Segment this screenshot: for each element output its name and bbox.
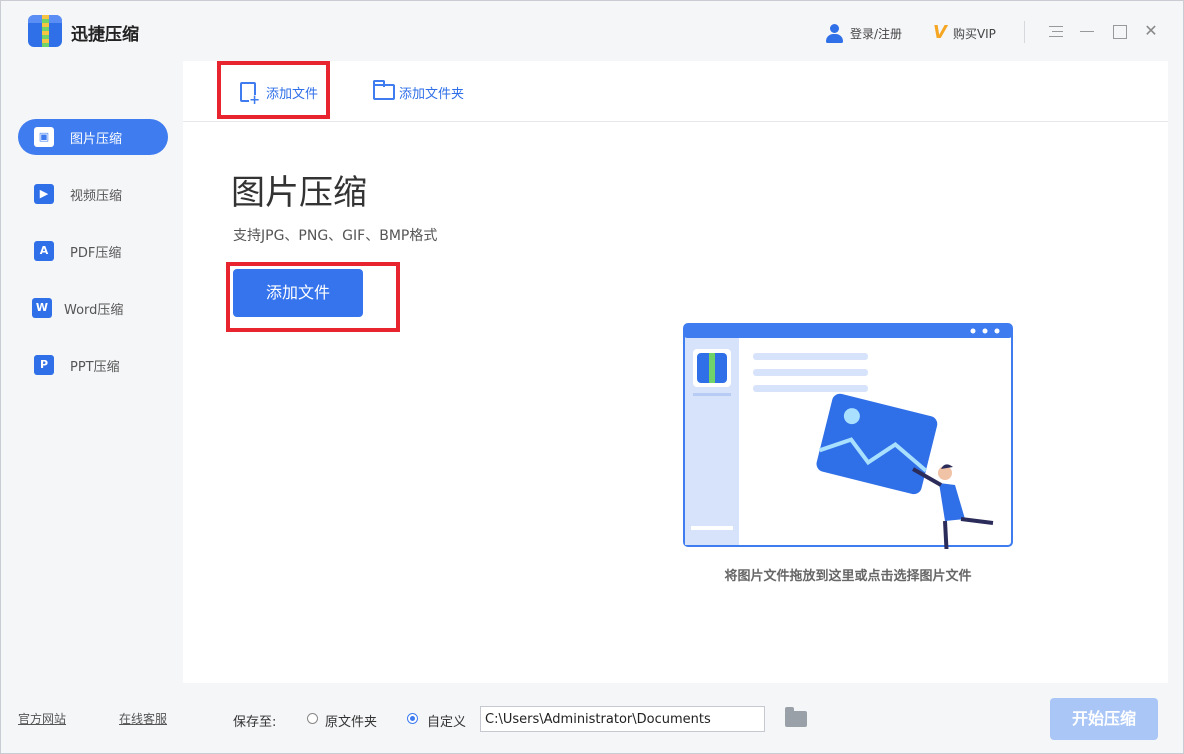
- drop-zone-illustration[interactable]: [683, 323, 1013, 549]
- sidebar-item-label: 图片压缩: [70, 131, 123, 147]
- title-divider: [1024, 21, 1025, 43]
- official-site-link[interactable]: 官方网站: [18, 710, 66, 727]
- minimize-icon[interactable]: [1077, 21, 1097, 41]
- drop-hint-text: 将图片文件拖放到这里或点击选择图片文件: [724, 569, 972, 584]
- word-icon: W: [32, 298, 52, 318]
- sidebar-item-word[interactable]: W Word压缩: [18, 290, 168, 326]
- sidebar-item-ppt[interactable]: P PPT压缩: [18, 347, 168, 383]
- highlight-box-toolbar: [217, 61, 330, 119]
- maximize-icon[interactable]: [1109, 21, 1129, 41]
- bottom-bar: 保存至: 原文件夹 自定义 开始压缩: [183, 683, 1183, 753]
- add-folder-toolbar-button[interactable]: 添加文件夹: [373, 80, 465, 103]
- save-to-label: 保存至:: [233, 715, 277, 730]
- app-title: 迅捷压缩: [71, 25, 139, 45]
- title-bar: 迅捷压缩 登录/注册 V 购买VIP ✕: [1, 1, 1183, 61]
- login-label: 登录/注册: [850, 26, 903, 41]
- add-folder-toolbar-label: 添加文件夹: [399, 86, 465, 102]
- sidebar: ▣ 图片压缩 ▶ 视频压缩 A PDF压缩 W Word压缩 P PPT压缩 官…: [1, 61, 183, 753]
- start-compress-button[interactable]: 开始压缩: [1050, 698, 1158, 740]
- vip-label: 购买VIP: [952, 26, 996, 41]
- browse-folder-icon[interactable]: [785, 707, 807, 727]
- sidebar-item-image[interactable]: ▣ 图片压缩: [18, 119, 168, 155]
- radio-custom-folder[interactable]: [407, 713, 418, 724]
- sidebar-item-label: PPT压缩: [70, 359, 120, 375]
- page-title: 图片压缩: [231, 173, 367, 213]
- format-support-text: 支持JPG、PNG、GIF、BMP格式: [233, 228, 438, 244]
- toolbar: 添加文件 添加文件夹: [183, 61, 1168, 122]
- sidebar-item-label: 视频压缩: [70, 188, 123, 204]
- app-window: 迅捷压缩 登录/注册 V 购买VIP ✕ ▣ 图片压缩 ▶ 视频压缩 A PDF…: [0, 0, 1184, 754]
- main-panel: 添加文件 添加文件夹 图片压缩 支持JPG、PNG、GIF、BMP格式 添加文件: [183, 61, 1168, 683]
- add-folder-icon: [373, 80, 395, 100]
- login-button[interactable]: 登录/注册: [825, 23, 902, 43]
- app-logo-icon: [28, 15, 62, 47]
- online-service-link[interactable]: 在线客服: [119, 710, 167, 727]
- sidebar-item-label: Word压缩: [64, 302, 124, 318]
- close-icon[interactable]: ✕: [1141, 21, 1161, 41]
- sidebar-item-label: PDF压缩: [70, 245, 122, 261]
- radio-custom-label[interactable]: 自定义: [427, 711, 466, 730]
- video-icon: ▶: [34, 184, 54, 204]
- radio-original-folder[interactable]: [307, 713, 318, 724]
- user-icon: [825, 23, 844, 43]
- image-icon: ▣: [34, 127, 54, 147]
- radio-original-label[interactable]: 原文件夹: [325, 711, 377, 730]
- vip-icon: V: [933, 22, 947, 43]
- sidebar-item-pdf[interactable]: A PDF压缩: [18, 233, 168, 269]
- ppt-icon: P: [34, 355, 54, 375]
- sidebar-item-video[interactable]: ▶ 视频压缩: [18, 176, 168, 212]
- save-path-input[interactable]: [480, 706, 765, 732]
- highlight-box-add-button: [226, 262, 400, 332]
- menu-icon[interactable]: [1046, 21, 1066, 41]
- pdf-icon: A: [34, 241, 54, 261]
- buy-vip-button[interactable]: V 购买VIP: [933, 23, 996, 43]
